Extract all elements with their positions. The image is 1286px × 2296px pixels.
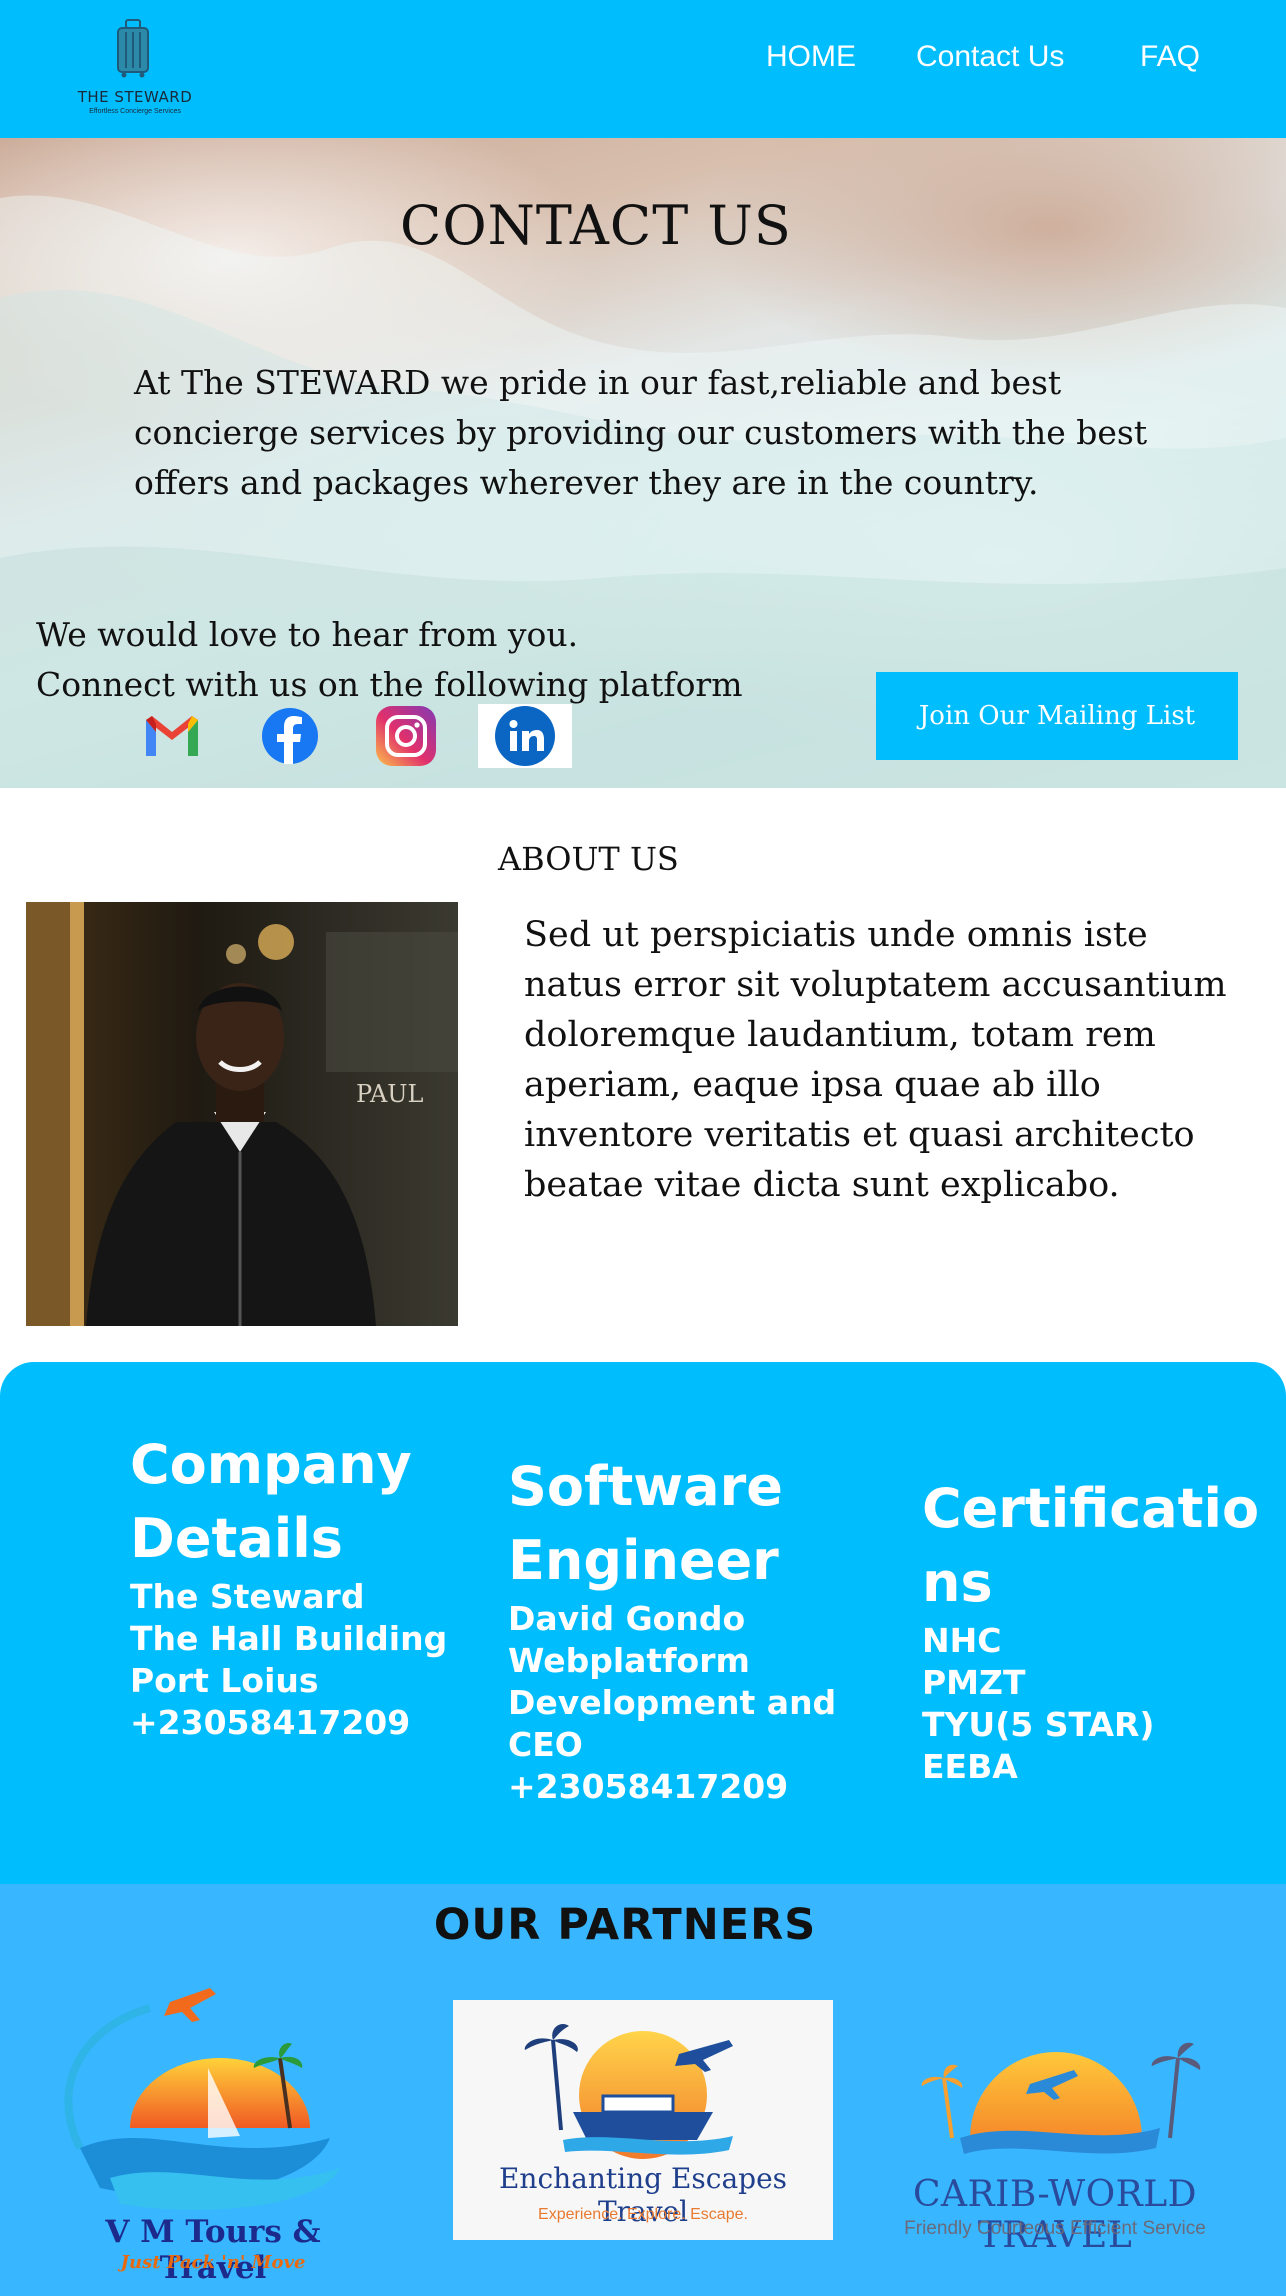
facebook-icon[interactable] — [258, 704, 322, 768]
contact-intro-text: At The STEWARD we pride in our fast,reli… — [134, 363, 1148, 502]
about-text: Sed ut perspiciatis unde omnis iste natu… — [524, 915, 1227, 1205]
nav-home-link[interactable]: HOME — [766, 40, 856, 74]
company-phone: +23058417209 — [130, 1703, 411, 1742]
company-name: The Steward — [130, 1577, 365, 1616]
contact-hero: CONTACT US At The STEWARD we pride in ou… — [0, 138, 1286, 788]
partner-tagline: Just Pack 'n' Move — [120, 2252, 306, 2273]
hear-from-you-text: We would love to hear from you. — [36, 615, 579, 654]
site-header: THE STEWARD Effortless Concierge Service… — [0, 0, 1286, 138]
enchanting-escapes-emblem — [524, 2023, 733, 2159]
engineer-role-line-2: Development and — [508, 1683, 837, 1722]
details-section: Company Details The Steward The Hall Bui… — [0, 1362, 1286, 1884]
suitcase-icon — [117, 19, 149, 78]
software-engineer-heading: Software Engineer — [508, 1455, 783, 1592]
certification-item: PMZT — [922, 1663, 1026, 1702]
partners-title: OUR PARTNERS — [433, 1900, 817, 1950]
instagram-icon[interactable] — [374, 704, 438, 768]
person-illustration: PAUL — [26, 902, 458, 1326]
partner-logo-carib-world[interactable]: CARIB-WORLD TRAVEL Friendly Courteous Ef… — [860, 1988, 1250, 2268]
connect-platforms-text: Connect with us on the following platfor… — [36, 665, 743, 704]
partner-name: V M Tours & Travel — [105, 2214, 321, 2286]
linkedin-icon[interactable] — [478, 704, 572, 768]
certification-item: NHC — [922, 1621, 1002, 1660]
engineer-role-line-1: Webplatform — [508, 1641, 750, 1680]
about-title: ABOUT US — [498, 840, 679, 878]
nav-contact-link[interactable]: Contact Us — [916, 40, 1064, 74]
certification-item: TYU(5 STAR) — [922, 1705, 1155, 1744]
partner-logo-enchanting-escapes[interactable]: Enchanting Escapes Travel Experience. Ex… — [453, 2000, 833, 2240]
engineer-role-line-3: CEO — [508, 1725, 583, 1764]
steward-logo[interactable]: THE STEWARD Effortless Concierge Service… — [48, 18, 222, 122]
partner-logo-vm-tours[interactable]: V M Tours & Travel Just Pack 'n' Move — [40, 1968, 380, 2288]
logo-title: THE STEWARD — [77, 88, 193, 106]
logo-tagline: Effortless Concierge Services — [89, 108, 181, 115]
partner-name: CARIB-WORLD TRAVEL — [912, 2174, 1198, 2256]
nav-faq-link[interactable]: FAQ — [1140, 40, 1200, 74]
partner-tagline: Friendly Courteous Efficient Service — [904, 2218, 1206, 2239]
carib-world-emblem — [921, 2042, 1201, 2154]
certifications-column: Certificatio ns NHC PMZT TYU(5 STAR) EEB… — [922, 1472, 1286, 1788]
profile-photo: PAUL — [26, 902, 458, 1326]
contact-title: CONTACT US — [400, 194, 792, 257]
company-city: Port Loius — [130, 1661, 319, 1700]
photo-sign-text: PAUL — [356, 1080, 424, 1108]
certification-item: EEBA — [922, 1747, 1018, 1786]
partner-tagline: Experience. Explore. Escape. — [538, 2206, 748, 2223]
engineer-name: David Gondo — [508, 1599, 746, 1638]
engineer-phone: +23058417209 — [508, 1767, 789, 1806]
join-mailing-list-button[interactable]: Join Our Mailing List — [876, 672, 1238, 760]
partners-section: OUR PARTNERS V M Tours & Travel Just Pac… — [0, 1884, 1286, 2296]
company-details-heading: Company Details — [130, 1433, 412, 1570]
company-details-column: Company Details The Steward The Hall Bui… — [130, 1428, 460, 1744]
software-engineer-column: Software Engineer David Gondo Webplatfor… — [508, 1450, 848, 1808]
vm-tours-emblem — [64, 1988, 340, 2210]
company-building: The Hall Building — [130, 1619, 448, 1658]
gmail-icon[interactable] — [140, 704, 204, 768]
certifications-heading: Certificatio ns — [922, 1477, 1260, 1614]
